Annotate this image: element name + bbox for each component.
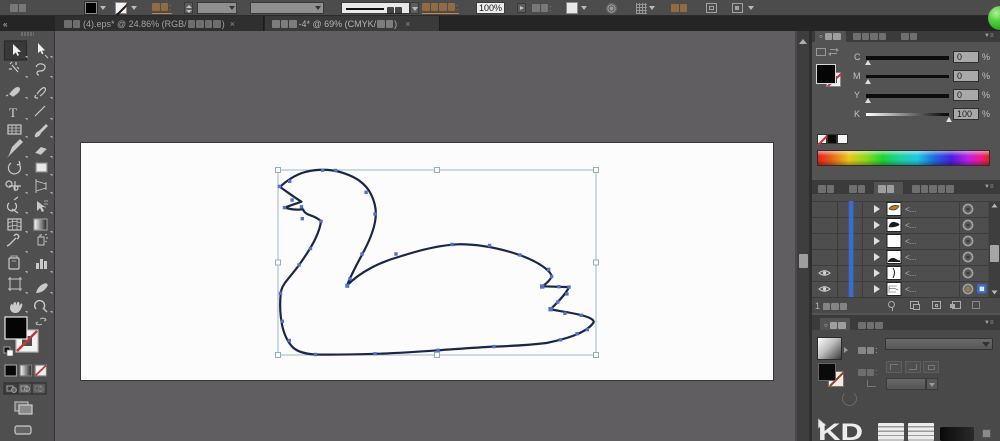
svg-text:<...: <... bbox=[905, 269, 916, 278]
svg-text:<...: <... bbox=[905, 237, 916, 246]
svg-text:<...: <... bbox=[905, 253, 916, 262]
svg-text:T: T bbox=[9, 105, 17, 120]
svg-text:<...: <... bbox=[905, 285, 916, 294]
svg-text:<...: <... bbox=[905, 221, 916, 230]
svg-text:<...: <... bbox=[905, 205, 916, 214]
